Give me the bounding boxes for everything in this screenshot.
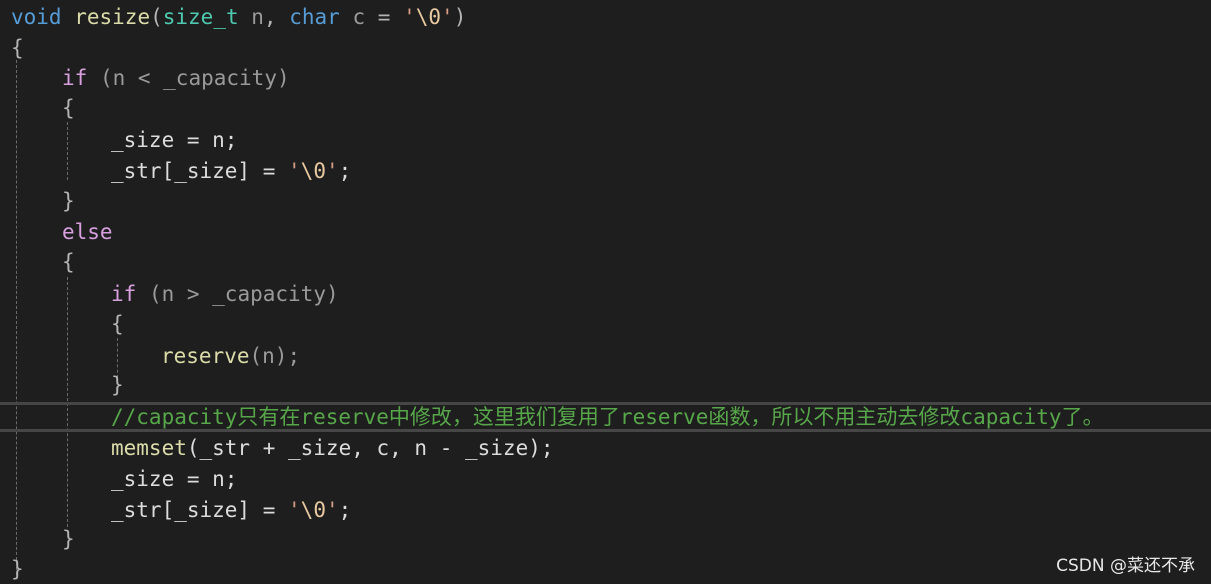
code-line-8: else bbox=[0, 217, 1211, 247]
code-line-4: { bbox=[0, 93, 1211, 123]
type-size-t: size_t bbox=[162, 5, 239, 29]
code-line-15: memset(_str + _size, c, n - _size); bbox=[0, 433, 1211, 463]
quote-open: ' bbox=[288, 159, 301, 183]
code-line-7: } bbox=[0, 186, 1211, 216]
call-args: (_str + _size, c, n - _size); bbox=[186, 436, 554, 460]
brace: } bbox=[62, 527, 75, 551]
code-line-18: } bbox=[0, 524, 1211, 554]
code-line-14-current: //capacity只有在reserve中修改，这里我们复用了reserve函数… bbox=[0, 402, 1211, 432]
quote-open: ' bbox=[288, 498, 301, 522]
statement: _str[_size] = bbox=[111, 159, 289, 183]
brace: } bbox=[62, 189, 75, 213]
paren-open: ( bbox=[150, 5, 163, 29]
brace: { bbox=[62, 96, 75, 120]
code-line-13: } bbox=[0, 370, 1211, 400]
condition: (n < _capacity) bbox=[99, 66, 290, 90]
code-line-12: reserve(n); bbox=[0, 341, 1211, 371]
semicolon: ; bbox=[338, 498, 352, 522]
quote-close: ' bbox=[325, 498, 339, 522]
param-c: c bbox=[352, 5, 366, 29]
code-line-11: { bbox=[0, 309, 1211, 339]
code-line-1: void resize(size_t n, char c = '\0') bbox=[0, 2, 1211, 32]
brace: { bbox=[111, 312, 124, 336]
escape-null: \0 bbox=[415, 5, 442, 29]
code-line-6: _str[_size] = '\0'; bbox=[0, 156, 1211, 186]
param-n: n bbox=[251, 5, 264, 29]
code-line-9: { bbox=[0, 247, 1211, 277]
keyword-if: if bbox=[111, 282, 137, 306]
comma: , bbox=[263, 5, 277, 29]
code-line-3: if (n < _capacity) bbox=[0, 63, 1211, 93]
code-editor[interactable]: void resize(size_t n, char c = '\0') { i… bbox=[0, 0, 1211, 584]
keyword-else: else bbox=[62, 220, 113, 244]
escape-null: \0 bbox=[300, 498, 326, 522]
code-line-17: _str[_size] = '\0'; bbox=[0, 495, 1211, 525]
keyword-char: char bbox=[289, 5, 340, 29]
keyword-void: void bbox=[11, 5, 62, 29]
code-line-19: } bbox=[0, 554, 1211, 584]
code-line-16: _size = n; bbox=[0, 464, 1211, 494]
function-call-memset: memset bbox=[111, 436, 187, 460]
equals: = bbox=[377, 5, 391, 29]
paren-close: ) bbox=[453, 5, 467, 29]
function-name: resize bbox=[74, 5, 151, 29]
quote-open: ' bbox=[403, 5, 416, 29]
statement: _size = n; bbox=[111, 128, 238, 152]
comment: //capacity只有在reserve中修改，这里我们复用了reserve函数… bbox=[111, 405, 1104, 429]
statement: _size = n; bbox=[111, 467, 238, 491]
brace: { bbox=[11, 36, 24, 60]
watermark: CSDN @菜还不承 bbox=[1056, 556, 1195, 576]
brace: { bbox=[62, 250, 75, 274]
code-line-10: if (n > _capacity) bbox=[0, 279, 1211, 309]
semicolon: ; bbox=[338, 159, 352, 183]
condition: (n > _capacity) bbox=[148, 282, 339, 306]
quote-close: ' bbox=[325, 159, 339, 183]
code-line-5: _size = n; bbox=[0, 125, 1211, 155]
code-line-2: { bbox=[0, 33, 1211, 63]
keyword-if: if bbox=[62, 66, 88, 90]
escape-null: \0 bbox=[300, 159, 326, 183]
call-args: (n); bbox=[249, 344, 301, 368]
brace: } bbox=[111, 373, 124, 397]
statement: _str[_size] = bbox=[111, 498, 289, 522]
function-call-reserve: reserve bbox=[161, 344, 250, 368]
brace: } bbox=[11, 557, 24, 581]
quote-close: ' bbox=[441, 5, 454, 29]
